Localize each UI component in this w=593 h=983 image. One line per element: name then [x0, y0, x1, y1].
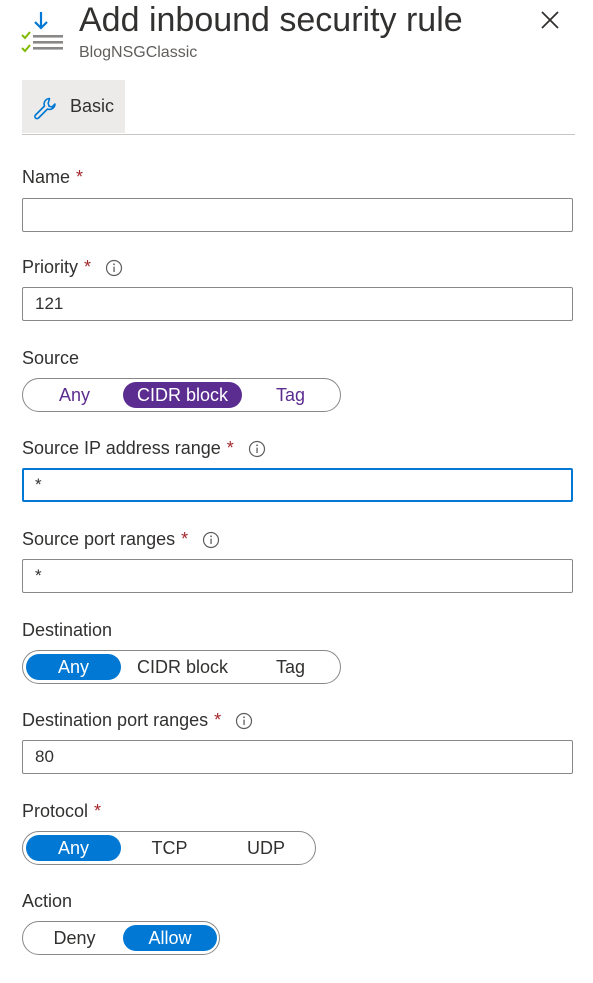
- close-icon[interactable]: [536, 6, 564, 34]
- info-icon[interactable]: [202, 531, 220, 549]
- priority-label-text: Priority: [22, 257, 79, 277]
- page-title: Add inbound security rule: [79, 1, 463, 39]
- source-label: Source: [22, 348, 79, 369]
- protocol-label: Protocol *: [22, 801, 101, 822]
- required-marker: *: [214, 710, 222, 730]
- info-icon[interactable]: [235, 712, 253, 730]
- tab-basic-label: Basic: [70, 96, 115, 116]
- source-option-any[interactable]: Any: [26, 382, 123, 408]
- wrench-icon: [34, 97, 56, 120]
- required-marker: *: [76, 167, 84, 187]
- required-marker: *: [181, 529, 189, 549]
- source-port-ranges-label: Source port ranges *: [22, 529, 220, 550]
- destination-option-cidr-block[interactable]: CIDR block: [123, 654, 242, 680]
- source-toggle: Any CIDR block Tag: [22, 378, 341, 412]
- info-icon[interactable]: [105, 259, 123, 277]
- security-rule-icon: [21, 12, 63, 53]
- action-option-allow[interactable]: Allow: [123, 925, 217, 951]
- destination-port-ranges-field[interactable]: [22, 740, 573, 774]
- required-marker: *: [84, 257, 92, 277]
- destination-label-text: Destination: [22, 620, 113, 640]
- protocol-option-udp[interactable]: UDP: [218, 835, 314, 861]
- destination-option-tag[interactable]: Tag: [242, 654, 339, 680]
- required-marker: *: [94, 801, 102, 821]
- panel-header: Add inbound security rule BlogNSGClassic: [0, 0, 593, 80]
- source-option-tag[interactable]: Tag: [242, 382, 339, 408]
- source-port-ranges-label-text: Source port ranges: [22, 529, 176, 549]
- destination-option-any[interactable]: Any: [26, 654, 121, 680]
- source-ip-range-label: Source IP address range *: [22, 438, 266, 459]
- destination-label: Destination: [22, 620, 112, 641]
- required-marker: *: [226, 438, 234, 458]
- source-port-ranges-field[interactable]: [22, 559, 573, 593]
- page-subtitle: BlogNSGClassic: [79, 44, 198, 61]
- tab-basic[interactable]: Basic: [22, 80, 125, 133]
- tab-bar: Basic: [22, 80, 575, 135]
- action-label-text: Action: [22, 891, 73, 911]
- name-label: Name *: [22, 167, 83, 188]
- destination-port-ranges-label: Destination port ranges *: [22, 710, 253, 731]
- priority-label: Priority *: [22, 257, 123, 278]
- name-label-text: Name: [22, 167, 71, 187]
- source-ip-range-label-text: Source IP address range: [22, 438, 221, 458]
- protocol-option-tcp[interactable]: TCP: [121, 835, 218, 861]
- action-option-deny[interactable]: Deny: [26, 925, 123, 951]
- action-label: Action: [22, 891, 72, 912]
- protocol-option-any[interactable]: Any: [26, 835, 121, 861]
- destination-toggle: Any CIDR block Tag: [22, 650, 341, 684]
- info-icon[interactable]: [248, 440, 266, 458]
- destination-port-ranges-label-text: Destination port ranges: [22, 710, 209, 730]
- priority-field[interactable]: [22, 287, 573, 321]
- source-option-cidr-block[interactable]: CIDR block: [123, 382, 242, 408]
- name-field[interactable]: [22, 198, 573, 232]
- source-label-text: Source: [22, 348, 80, 368]
- protocol-toggle: Any TCP UDP: [22, 831, 316, 865]
- source-ip-range-field[interactable]: [22, 468, 573, 502]
- protocol-label-text: Protocol: [22, 801, 89, 821]
- action-toggle: Deny Allow: [22, 921, 220, 955]
